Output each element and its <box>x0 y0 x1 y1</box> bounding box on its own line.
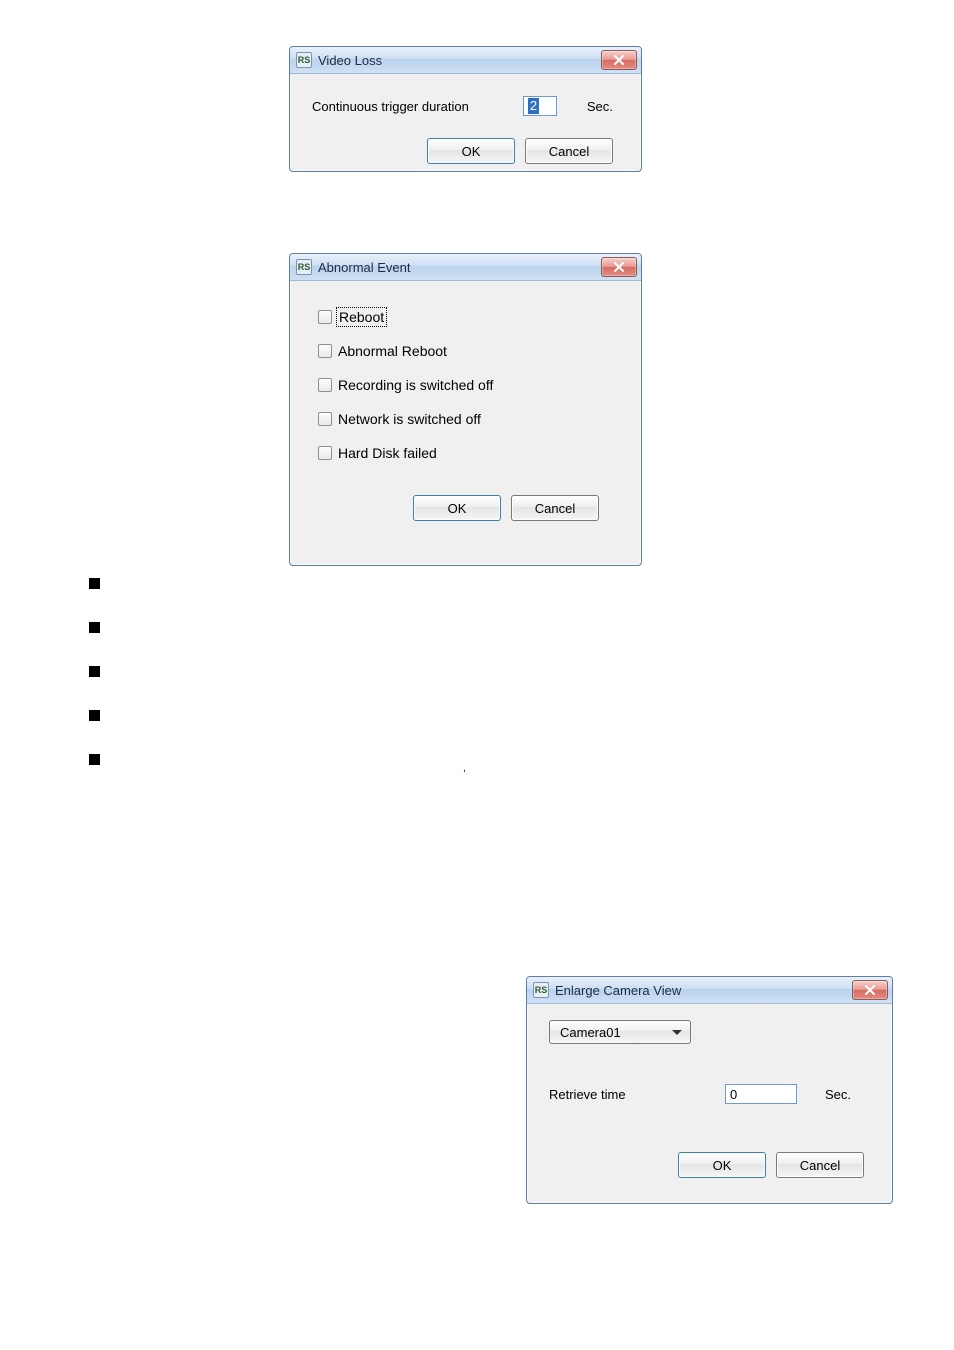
close-icon <box>614 55 624 65</box>
app-icon: RS <box>296 52 312 68</box>
retrieve-unit: Sec. <box>825 1087 851 1102</box>
abnormal-event-dialog: RS Abnormal Event Reboot Abnormal Reboot… <box>289 253 642 566</box>
checkbox-icon <box>318 344 332 358</box>
stray-text: , <box>463 764 466 774</box>
bullet-icon <box>89 710 100 721</box>
dialog-title: Video Loss <box>318 53 601 68</box>
app-icon: RS <box>296 259 312 275</box>
checkbox-label: Network is switched off <box>338 411 481 427</box>
bullet-icon <box>89 754 100 765</box>
chevron-down-icon <box>672 1030 682 1035</box>
video-loss-dialog: RS Video Loss Continuous trigger duratio… <box>289 46 642 172</box>
checkbox-label: Abnormal Reboot <box>338 343 447 359</box>
ok-button[interactable]: OK <box>413 495 501 521</box>
checkbox-icon <box>318 310 332 324</box>
duration-row: Continuous trigger duration 2 Sec. <box>312 96 619 116</box>
retrieve-label: Retrieve time <box>549 1087 699 1102</box>
checkbox-label: Recording is switched off <box>338 377 493 393</box>
checkbox-item-abnormal-reboot[interactable]: Abnormal Reboot <box>318 343 613 359</box>
camera-select[interactable]: Camera01 <box>549 1020 691 1044</box>
checkbox-list: Reboot Abnormal Reboot Recording is swit… <box>308 295 623 471</box>
ok-label: OK <box>448 501 467 516</box>
cancel-button[interactable]: Cancel <box>776 1152 864 1178</box>
checkbox-icon <box>318 378 332 392</box>
bullet-list <box>89 578 100 765</box>
ok-button[interactable]: OK <box>427 138 515 164</box>
app-icon: RS <box>533 982 549 998</box>
bullet-icon <box>89 666 100 677</box>
cancel-button[interactable]: Cancel <box>511 495 599 521</box>
checkbox-icon <box>318 446 332 460</box>
checkbox-label: Reboot <box>338 309 385 325</box>
bullet-icon <box>89 622 100 633</box>
dialog-title: Abnormal Event <box>318 260 601 275</box>
dialog-title: Enlarge Camera View <box>555 983 852 998</box>
enlarge-camera-view-dialog: RS Enlarge Camera View Camera01 Retrieve… <box>526 976 893 1204</box>
close-button[interactable] <box>852 980 888 1000</box>
duration-input[interactable]: 2 <box>523 96 557 116</box>
checkbox-item-reboot[interactable]: Reboot <box>318 309 613 325</box>
checkbox-item-recording-off[interactable]: Recording is switched off <box>318 377 613 393</box>
duration-unit: Sec. <box>587 99 613 114</box>
titlebar: RS Video Loss <box>290 47 641 74</box>
cancel-label: Cancel <box>800 1158 840 1173</box>
close-icon <box>614 262 624 272</box>
duration-label: Continuous trigger duration <box>312 99 469 114</box>
cancel-button[interactable]: Cancel <box>525 138 613 164</box>
retrieve-value: 0 <box>730 1087 737 1102</box>
camera-selected: Camera01 <box>560 1025 621 1040</box>
titlebar: RS Enlarge Camera View <box>527 977 892 1004</box>
checkbox-label: Hard Disk failed <box>338 445 437 461</box>
retrieve-row: Retrieve time 0 Sec. <box>549 1084 870 1104</box>
bullet-icon <box>89 578 100 589</box>
cancel-label: Cancel <box>535 501 575 516</box>
cancel-label: Cancel <box>549 144 589 159</box>
close-button[interactable] <box>601 50 637 70</box>
duration-value: 2 <box>528 98 539 114</box>
close-icon <box>865 985 875 995</box>
checkbox-item-harddisk-failed[interactable]: Hard Disk failed <box>318 445 613 461</box>
titlebar: RS Abnormal Event <box>290 254 641 281</box>
retrieve-input[interactable]: 0 <box>725 1084 797 1104</box>
close-button[interactable] <box>601 257 637 277</box>
ok-button[interactable]: OK <box>678 1152 766 1178</box>
checkbox-icon <box>318 412 332 426</box>
checkbox-item-network-off[interactable]: Network is switched off <box>318 411 613 427</box>
ok-label: OK <box>713 1158 732 1173</box>
ok-label: OK <box>462 144 481 159</box>
